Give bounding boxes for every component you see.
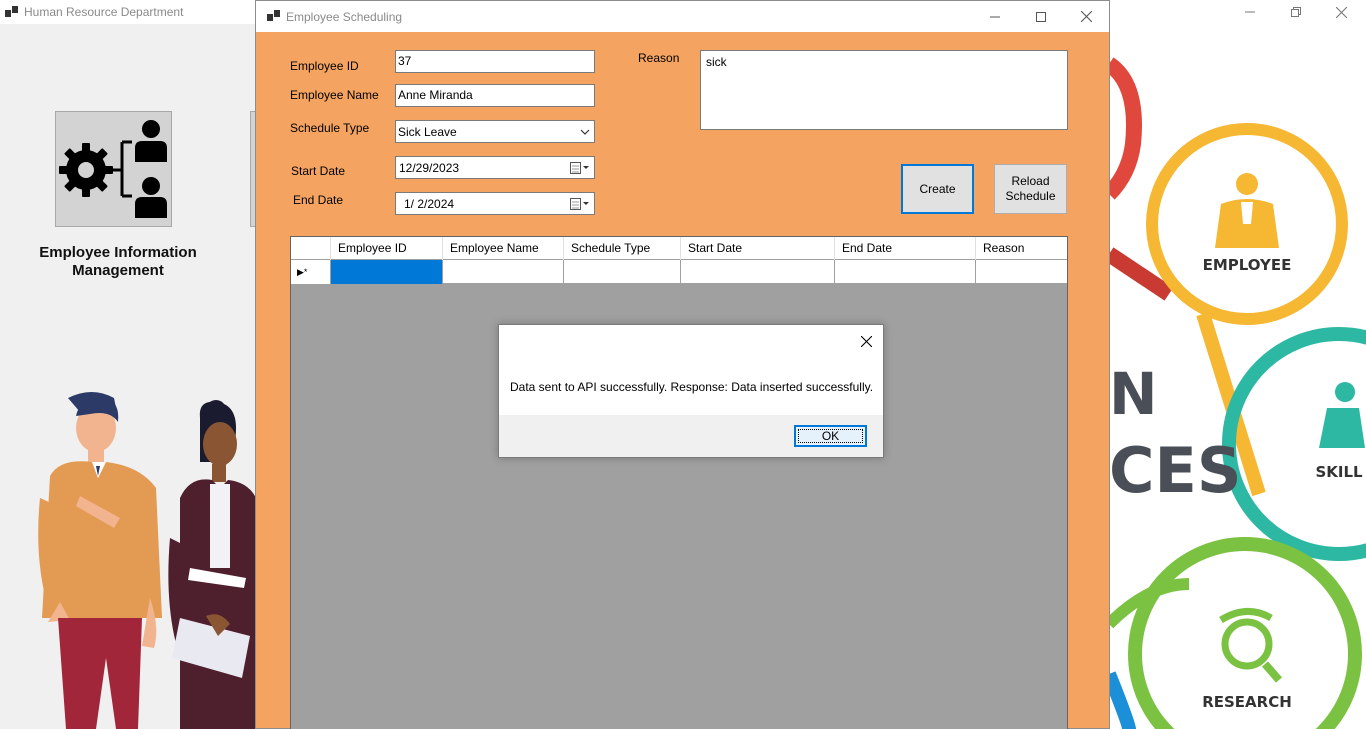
row-header[interactable]: ▶* [291, 260, 331, 284]
message-text: Data sent to API successfully. Response:… [510, 380, 874, 394]
column-header-employee-name[interactable]: Employee Name [443, 237, 564, 260]
end-date-picker[interactable]: 1/ 2/2024 [395, 192, 595, 215]
minimize-icon [1245, 11, 1255, 13]
grid-cell[interactable] [681, 260, 835, 284]
message-box-dialog: Data sent to API successfully. Response:… [498, 324, 884, 458]
start-date-label: Start Date [291, 164, 346, 178]
label-skill: SKILL [1315, 463, 1363, 481]
schedule-type-select[interactable]: Sick Leave [395, 120, 595, 143]
minimize-button[interactable] [972, 1, 1018, 32]
minimize-button[interactable] [1227, 0, 1273, 24]
employee-info-tile[interactable] [55, 111, 172, 227]
message-box-close-button[interactable] [855, 331, 877, 351]
minimize-icon [990, 16, 1000, 17]
grid-corner-header[interactable] [291, 237, 331, 260]
grid-cell[interactable] [564, 260, 681, 284]
scheduling-window-title: Employee Scheduling [286, 10, 403, 24]
hr-infographic: N CES EMPLOYEE SKILL RESEARCH [1109, 57, 1366, 729]
schedule-type-label: Schedule Type [290, 121, 370, 135]
employee-id-label: Employee ID [290, 59, 359, 73]
maximize-icon [1036, 11, 1046, 22]
scheduling-titlebar: Employee Scheduling [256, 1, 1109, 32]
close-icon [860, 335, 872, 347]
column-header-schedule-type[interactable]: Schedule Type [564, 237, 681, 260]
ok-button[interactable]: OK [794, 425, 867, 447]
right-graphic-panel: N CES EMPLOYEE SKILL RESEARCH [1109, 24, 1366, 729]
grid-cell[interactable] [835, 260, 976, 284]
calendar-dropdown-icon[interactable] [570, 197, 590, 211]
two-employees-illustration [38, 392, 256, 729]
module-label: Employee Information Management [39, 244, 197, 279]
reload-schedule-button[interactable]: Reload Schedule [994, 164, 1067, 214]
grid-cell[interactable] [443, 260, 564, 284]
message-box-footer: OK [499, 415, 883, 457]
maximize-button[interactable] [1018, 1, 1064, 32]
grid-header: Employee ID Employee Name Schedule Type … [291, 237, 1067, 260]
focus-rectangle [798, 429, 863, 443]
grid-new-row[interactable]: ▶* [291, 260, 1067, 284]
gear-org-chart-icon [59, 120, 167, 218]
reason-textarea[interactable]: sick [700, 50, 1068, 130]
close-button[interactable] [1318, 0, 1364, 24]
employee-name-input[interactable]: Anne Miranda [395, 84, 595, 107]
close-button[interactable] [1063, 1, 1109, 32]
new-row-indicator-icon: ▶* [297, 267, 308, 277]
svg-text:CES: CES [1109, 434, 1242, 507]
svg-text:N: N [1109, 360, 1158, 428]
schedule-grid[interactable]: Employee ID Employee Name Schedule Type … [290, 236, 1068, 729]
restore-icon [1291, 7, 1301, 17]
create-button[interactable]: Create [901, 164, 974, 214]
end-date-value: 1/ 2/2024 [404, 197, 455, 211]
grid-cell[interactable] [331, 260, 443, 284]
app-icon [5, 6, 18, 17]
grid-cell[interactable] [976, 260, 1067, 284]
label-research: RESEARCH [1202, 693, 1292, 711]
schedule-type-value: Sick Leave [398, 125, 457, 139]
column-header-end-date[interactable]: End Date [835, 237, 976, 260]
main-window-title: Human Resource Department [24, 5, 184, 19]
label-employee: EMPLOYEE [1203, 256, 1292, 274]
close-icon [1335, 6, 1347, 18]
employee-name-label: Employee Name [290, 88, 379, 102]
end-date-label: End Date [293, 193, 344, 207]
employee-id-input[interactable]: 37 [395, 50, 595, 73]
restore-button[interactable] [1273, 0, 1319, 24]
app-icon [267, 10, 280, 21]
reason-label: Reason [638, 51, 680, 65]
close-icon [1080, 11, 1092, 22]
chevron-down-icon [580, 129, 590, 135]
column-header-reason[interactable]: Reason [976, 237, 1067, 260]
start-date-picker[interactable]: 12/29/2023 [395, 156, 595, 179]
column-header-employee-id[interactable]: Employee ID [331, 237, 443, 260]
calendar-dropdown-icon[interactable] [570, 161, 590, 175]
column-header-start-date[interactable]: Start Date [681, 237, 835, 260]
start-date-value: 12/29/2023 [399, 161, 460, 175]
